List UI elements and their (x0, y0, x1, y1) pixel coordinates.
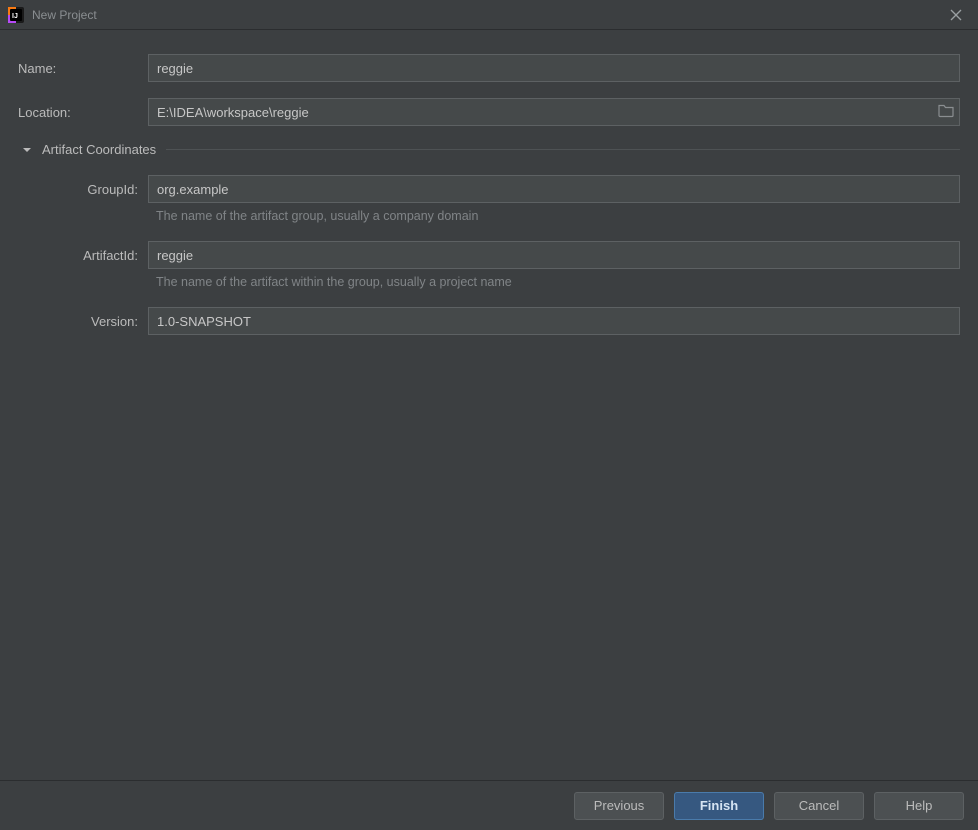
titlebar: IJ New Project (0, 0, 978, 30)
name-row: Name: (18, 54, 960, 82)
version-input[interactable] (148, 307, 960, 335)
dialog-content: Name: Location: Artifact Coordinates Gro… (0, 30, 978, 335)
groupid-row: GroupId: (18, 175, 960, 203)
artifactid-input[interactable] (148, 241, 960, 269)
name-input[interactable] (148, 54, 960, 82)
previous-button[interactable]: Previous (574, 792, 664, 820)
window-title: New Project (32, 8, 942, 22)
folder-icon (938, 104, 954, 118)
cancel-button[interactable]: Cancel (774, 792, 864, 820)
groupid-hint: The name of the artifact group, usually … (156, 209, 960, 223)
button-bar: Previous Finish Cancel Help (0, 780, 978, 830)
artifactid-hint: The name of the artifact within the grou… (156, 275, 960, 289)
location-input[interactable] (148, 98, 960, 126)
artifactid-row: ArtifactId: (18, 241, 960, 269)
version-row: Version: (18, 307, 960, 335)
artifact-coordinates-toggle[interactable]: Artifact Coordinates (18, 142, 960, 157)
groupid-label: GroupId: (18, 182, 148, 197)
section-title: Artifact Coordinates (42, 142, 156, 157)
svg-text:IJ: IJ (12, 13, 18, 20)
location-row: Location: (18, 98, 960, 126)
finish-button[interactable]: Finish (674, 792, 764, 820)
groupid-input[interactable] (148, 175, 960, 203)
chevron-down-icon (18, 145, 36, 155)
artifactid-label: ArtifactId: (18, 248, 148, 263)
help-button[interactable]: Help (874, 792, 964, 820)
section-divider (166, 149, 960, 150)
close-button[interactable] (942, 1, 970, 29)
browse-location-button[interactable] (938, 104, 954, 121)
name-label: Name: (18, 61, 148, 76)
location-label: Location: (18, 105, 148, 120)
version-label: Version: (18, 314, 148, 329)
intellij-icon: IJ (8, 7, 24, 23)
close-icon (950, 9, 962, 21)
